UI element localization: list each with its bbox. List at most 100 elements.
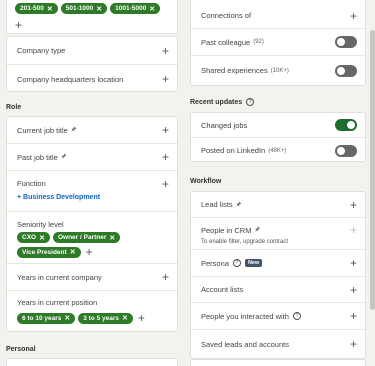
- filter-label: Years in current position: [17, 298, 98, 307]
- result-count: (10K+): [270, 67, 289, 74]
- filter-label: People you interacted with: [201, 311, 289, 321]
- filter-account-lists[interactable]: Account lists +: [191, 277, 365, 303]
- plus-icon[interactable]: +: [350, 310, 357, 322]
- network-filters-card: Connections of + Past colleague (92) Sha…: [190, 0, 366, 86]
- upgrade-note: To enable filter, upgrade contract: [201, 239, 289, 245]
- seniority-pill-row: CXO ✕ Owner / Partner ✕: [17, 232, 167, 243]
- seniority-pill[interactable]: Vice President ✕: [17, 246, 81, 258]
- help-icon[interactable]: ?: [232, 259, 241, 267]
- filter-label: Connections of: [201, 11, 252, 20]
- filter-past-job-title[interactable]: Past job title 🖈 +: [7, 144, 177, 171]
- plus-icon[interactable]: +: [162, 178, 169, 190]
- filter-past-colleague[interactable]: Past colleague (92): [191, 29, 365, 56]
- filter-persona[interactable]: Persona ? New +: [191, 250, 365, 277]
- filter-lead-lists[interactable]: Lead lists 🖈 +: [191, 192, 365, 218]
- company-headcount-card: 201-500 ✕ 501-1000 ✕ 1001-5000 ✕ +: [6, 0, 178, 34]
- filter-function[interactable]: Function + Business Development +: [7, 171, 177, 212]
- years-position-pill[interactable]: 3 to 5 years ✕: [78, 312, 133, 324]
- past-colleague-toggle[interactable]: [335, 36, 357, 48]
- filter-label: Account lists: [201, 285, 244, 294]
- changed-jobs-toggle[interactable]: [335, 119, 357, 131]
- filter-company-hq[interactable]: Company headquarters location +: [7, 65, 177, 93]
- close-icon[interactable]: ✕: [122, 314, 128, 322]
- close-icon[interactable]: ✕: [149, 5, 155, 13]
- filter-years-in-company[interactable]: Years in current company +: [7, 264, 177, 291]
- help-icon[interactable]: ?: [246, 98, 255, 106]
- filter-changed-jobs[interactable]: Changed jobs: [191, 113, 365, 138]
- close-icon[interactable]: ✕: [39, 234, 45, 242]
- seniority-pill[interactable]: Owner / Partner ✕: [52, 232, 121, 243]
- close-icon[interactable]: ✕: [109, 234, 115, 242]
- plus-icon[interactable]: +: [162, 151, 169, 163]
- add-headcount-button[interactable]: +: [15, 19, 22, 31]
- company-filters-card: Company type + Company headquarters loca…: [6, 36, 178, 92]
- close-icon[interactable]: ✕: [96, 5, 102, 13]
- close-icon[interactable]: ✕: [64, 314, 70, 322]
- close-icon[interactable]: ✕: [47, 5, 53, 13]
- plus-icon[interactable]: +: [350, 257, 357, 269]
- role-filters-card: Current job title 🖈 + Past job title 🖈 +…: [6, 116, 178, 332]
- plus-icon: +: [349, 223, 357, 237]
- filter-label: Years in current company: [17, 272, 102, 282]
- workflow-card-bottom: [190, 359, 366, 366]
- filter-label: People in CRM: [201, 225, 252, 235]
- plus-icon[interactable]: +: [162, 271, 169, 283]
- filter-label: Seniority level: [17, 220, 64, 229]
- add-years-position-button[interactable]: +: [138, 311, 145, 325]
- filter-label: Past job title: [17, 152, 58, 162]
- headcount-pill-row: 201-500 ✕ 501-1000 ✕ 1001-5000 ✕: [15, 3, 163, 14]
- filter-label: Function: [17, 179, 46, 188]
- plus-icon[interactable]: +: [350, 10, 357, 22]
- result-count: (92): [253, 39, 264, 45]
- filter-shared-experiences[interactable]: Shared experiences (10K+): [191, 56, 365, 85]
- help-icon[interactable]: ?: [292, 312, 301, 320]
- seniority-pill[interactable]: CXO ✕: [17, 232, 50, 243]
- filter-label: Posted on LinkedIn: [201, 146, 266, 155]
- section-title: Recent updates: [190, 98, 243, 106]
- workflow-filters-card: Lead lists 🖈 + People in CRM 🖈 To enable…: [190, 191, 366, 359]
- section-workflow: Workflow: [190, 178, 222, 185]
- plus-icon[interactable]: +: [350, 199, 357, 211]
- filter-company-type[interactable]: Company type +: [7, 37, 177, 65]
- filter-label: Changed jobs: [201, 120, 248, 130]
- result-count: (48K+): [268, 147, 287, 154]
- filter-label: Past colleague: [201, 37, 251, 47]
- plus-icon[interactable]: +: [350, 284, 357, 296]
- headcount-pill[interactable]: 1001-5000 ✕: [110, 3, 161, 14]
- filter-seniority-level[interactable]: Seniority level CXO ✕ Owner / Partner ✕ Vi…: [7, 212, 177, 264]
- headcount-pill[interactable]: 201-500 ✕: [15, 3, 58, 14]
- filter-people-interacted[interactable]: People you interacted with ? +: [191, 303, 365, 330]
- function-suggestion-link[interactable]: + Business Development: [17, 194, 167, 201]
- pin-icon: 🖈: [254, 227, 261, 233]
- pin-icon: 🖈: [60, 154, 67, 160]
- shared-experiences-toggle[interactable]: [335, 64, 357, 77]
- add-seniority-button[interactable]: +: [86, 245, 93, 259]
- pin-icon: 🖈: [235, 201, 242, 208]
- personal-filters-card: [6, 358, 178, 366]
- section-role: Role: [6, 104, 22, 111]
- headcount-pill[interactable]: 501-1000 ✕: [60, 3, 108, 14]
- seniority-pill-row: Vice President ✕ +: [17, 245, 167, 259]
- toggle-knob: [337, 66, 345, 75]
- posted-linkedin-toggle[interactable]: [335, 144, 357, 157]
- pin-icon: 🖈: [70, 127, 77, 133]
- filter-label: Company headquarters location: [17, 74, 124, 84]
- vertical-scrollbar[interactable]: [370, 30, 375, 310]
- plus-icon[interactable]: +: [162, 124, 169, 136]
- filter-posted-on-linkedin[interactable]: Posted on LinkedIn (48K+): [191, 138, 365, 163]
- filter-label: Lead lists: [201, 200, 233, 209]
- filter-label: Persona: [201, 258, 229, 268]
- recent-updates-card: Changed jobs Posted on LinkedIn (48K+): [190, 112, 366, 162]
- years-position-pill[interactable]: 6 to 10 years ✕: [17, 312, 76, 324]
- toggle-knob: [337, 146, 345, 155]
- filter-connections-of[interactable]: Connections of +: [191, 0, 365, 29]
- filter-people-in-crm: People in CRM 🖈 To enable filter, upgrad…: [191, 218, 365, 250]
- filter-saved-leads-accounts[interactable]: Saved leads and accounts +: [191, 330, 365, 358]
- close-icon[interactable]: ✕: [70, 248, 76, 256]
- plus-icon[interactable]: +: [162, 45, 169, 57]
- new-badge: New: [244, 259, 263, 267]
- plus-icon[interactable]: +: [162, 73, 169, 85]
- filter-years-in-position[interactable]: Years in current position 6 to 10 years ✕…: [7, 291, 177, 331]
- filter-current-job-title[interactable]: Current job title 🖈 +: [7, 117, 177, 144]
- plus-icon[interactable]: +: [350, 338, 357, 350]
